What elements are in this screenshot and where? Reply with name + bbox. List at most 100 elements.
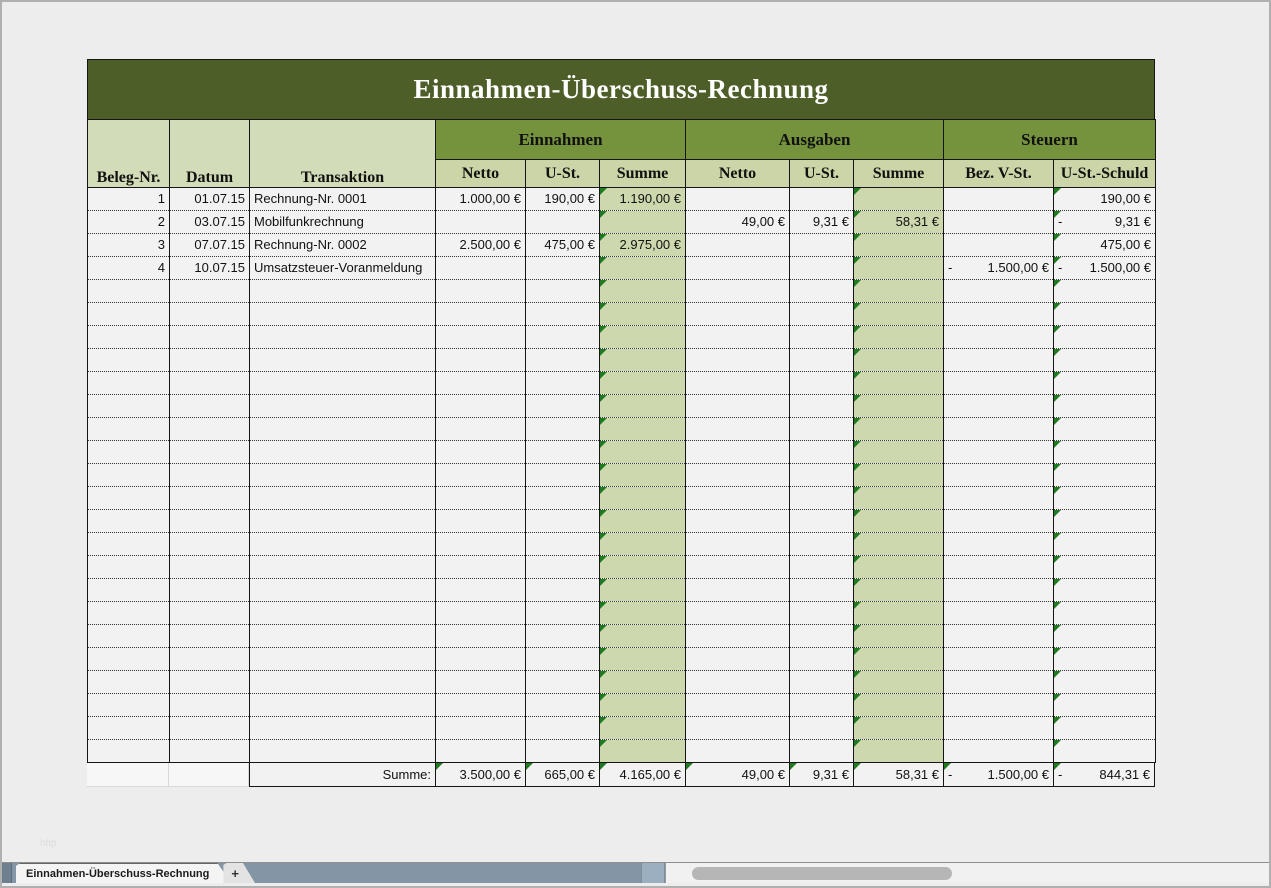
cell-ust-schuld[interactable] — [1054, 648, 1156, 671]
cell-bez-vst[interactable] — [944, 671, 1054, 694]
cell-e-ust[interactable] — [526, 418, 600, 441]
group-header-einnahmen[interactable]: Einnahmen — [436, 120, 686, 160]
cell-nr[interactable] — [88, 510, 170, 533]
cell-e-summe[interactable] — [600, 602, 686, 625]
cell-ust-schuld[interactable] — [1054, 395, 1156, 418]
cell-bez-vst[interactable] — [944, 418, 1054, 441]
cell-a-netto[interactable] — [686, 510, 790, 533]
cell-a-ust[interactable] — [790, 740, 854, 763]
header-transaktion[interactable]: Transaktion — [250, 120, 436, 188]
cell-a-ust[interactable] — [790, 326, 854, 349]
cell-datum[interactable] — [170, 418, 250, 441]
cell-a-summe[interactable] — [854, 717, 944, 740]
cell-bez-vst[interactable] — [944, 395, 1054, 418]
cell-e-netto[interactable] — [436, 349, 526, 372]
cell-e-netto[interactable] — [436, 579, 526, 602]
cell-a-netto[interactable] — [686, 303, 790, 326]
tab-scroll-strip[interactable] — [2, 863, 12, 883]
cell-summe-e-netto[interactable]: 3.500,00 € — [435, 763, 525, 787]
cell-a-summe[interactable] — [854, 418, 944, 441]
cell-a-ust[interactable]: 9,31 € — [790, 211, 854, 234]
cell-a-summe[interactable] — [854, 441, 944, 464]
cell-bez-vst[interactable] — [944, 211, 1054, 234]
cell-e-ust[interactable] — [526, 464, 600, 487]
cell-a-netto[interactable] — [686, 464, 790, 487]
cell-transaktion[interactable] — [250, 372, 436, 395]
cell-datum[interactable] — [170, 671, 250, 694]
cell-ust-schuld[interactable] — [1054, 556, 1156, 579]
cell-summe-e-ust[interactable]: 665,00 € — [525, 763, 599, 787]
cell-transaktion[interactable] — [250, 717, 436, 740]
cell-e-ust[interactable] — [526, 303, 600, 326]
cell-a-ust[interactable] — [790, 487, 854, 510]
cell-a-netto[interactable] — [686, 671, 790, 694]
cell-e-netto[interactable] — [436, 464, 526, 487]
cell-e-netto[interactable] — [436, 441, 526, 464]
cell-datum[interactable] — [170, 303, 250, 326]
cell-e-summe[interactable] — [600, 326, 686, 349]
cell-nr[interactable] — [88, 349, 170, 372]
cell-datum[interactable]: 01.07.15 — [170, 188, 250, 211]
cell-bez-vst[interactable] — [944, 441, 1054, 464]
cell-a-netto[interactable] — [686, 717, 790, 740]
cell-e-ust[interactable] — [526, 257, 600, 280]
cell-nr[interactable]: 1 — [88, 188, 170, 211]
cell-a-netto[interactable] — [686, 418, 790, 441]
cell-ust-schuld[interactable] — [1054, 303, 1156, 326]
summary-label-cell[interactable]: Summe: — [249, 763, 435, 787]
cell-nr[interactable] — [88, 648, 170, 671]
cell-a-netto[interactable] — [686, 280, 790, 303]
cell-a-summe[interactable] — [854, 372, 944, 395]
horizontal-scrollbar[interactable] — [665, 863, 1269, 883]
cell-e-ust[interactable]: 475,00 € — [526, 234, 600, 257]
cell-summe-e-summe[interactable]: 4.165,00 € — [599, 763, 685, 787]
cell-bez-vst[interactable] — [944, 625, 1054, 648]
header-bez-vst[interactable]: Bez. V-St. — [944, 160, 1054, 188]
cell-ust-schuld[interactable] — [1054, 740, 1156, 763]
cell-nr[interactable] — [88, 625, 170, 648]
cell-nr[interactable]: 4 — [88, 257, 170, 280]
cell-a-summe[interactable] — [854, 556, 944, 579]
cell-ust-schuld[interactable] — [1054, 418, 1156, 441]
cell-e-summe[interactable] — [600, 487, 686, 510]
cell-a-ust[interactable] — [790, 602, 854, 625]
cell-datum[interactable]: 10.07.15 — [170, 257, 250, 280]
cell-a-netto[interactable] — [686, 602, 790, 625]
cell-nr[interactable] — [88, 441, 170, 464]
cell-e-summe[interactable] — [600, 625, 686, 648]
cell-a-summe[interactable] — [854, 234, 944, 257]
cell-e-ust[interactable] — [526, 556, 600, 579]
cell-ust-schuld[interactable]: -1.500,00 € — [1054, 257, 1156, 280]
cell-transaktion[interactable]: Rechnung-Nr. 0002 — [250, 234, 436, 257]
cell-a-summe[interactable] — [854, 303, 944, 326]
header-ausgaben-ust[interactable]: U-St. — [790, 160, 854, 188]
group-header-steuern[interactable]: Steuern — [944, 120, 1156, 160]
cell-e-netto[interactable] — [436, 372, 526, 395]
cell-datum[interactable] — [170, 694, 250, 717]
cell-ust-schuld[interactable]: 475,00 € — [1054, 234, 1156, 257]
cell-transaktion[interactable] — [250, 694, 436, 717]
header-ust-schuld[interactable]: U-St.-Schuld — [1054, 160, 1156, 188]
cell-nr[interactable] — [88, 694, 170, 717]
cell-a-summe[interactable] — [854, 533, 944, 556]
cell-a-summe[interactable] — [854, 280, 944, 303]
sheet-title-cell[interactable]: Einnahmen-Überschuss-Rechnung — [87, 59, 1155, 119]
cell-nr[interactable] — [88, 556, 170, 579]
cell-transaktion[interactable] — [250, 280, 436, 303]
cell-a-summe[interactable] — [854, 648, 944, 671]
cell-a-summe[interactable] — [854, 740, 944, 763]
cell-datum[interactable] — [170, 487, 250, 510]
cell-bez-vst[interactable] — [944, 556, 1054, 579]
cell-e-ust[interactable] — [526, 349, 600, 372]
cell-bez-vst[interactable] — [944, 510, 1054, 533]
cell-datum[interactable] — [170, 372, 250, 395]
cell-a-netto[interactable] — [686, 188, 790, 211]
cell-transaktion[interactable] — [250, 464, 436, 487]
cell-transaktion[interactable] — [250, 349, 436, 372]
cell-datum[interactable] — [170, 510, 250, 533]
cell-bez-vst[interactable] — [944, 349, 1054, 372]
cell-e-summe[interactable] — [600, 556, 686, 579]
cell-a-summe[interactable] — [854, 257, 944, 280]
cell-e-ust[interactable] — [526, 441, 600, 464]
sheet-tab-einnahmen-ueberschuss-rechnung[interactable]: Einnahmen-Überschuss-Rechnung — [16, 863, 231, 883]
